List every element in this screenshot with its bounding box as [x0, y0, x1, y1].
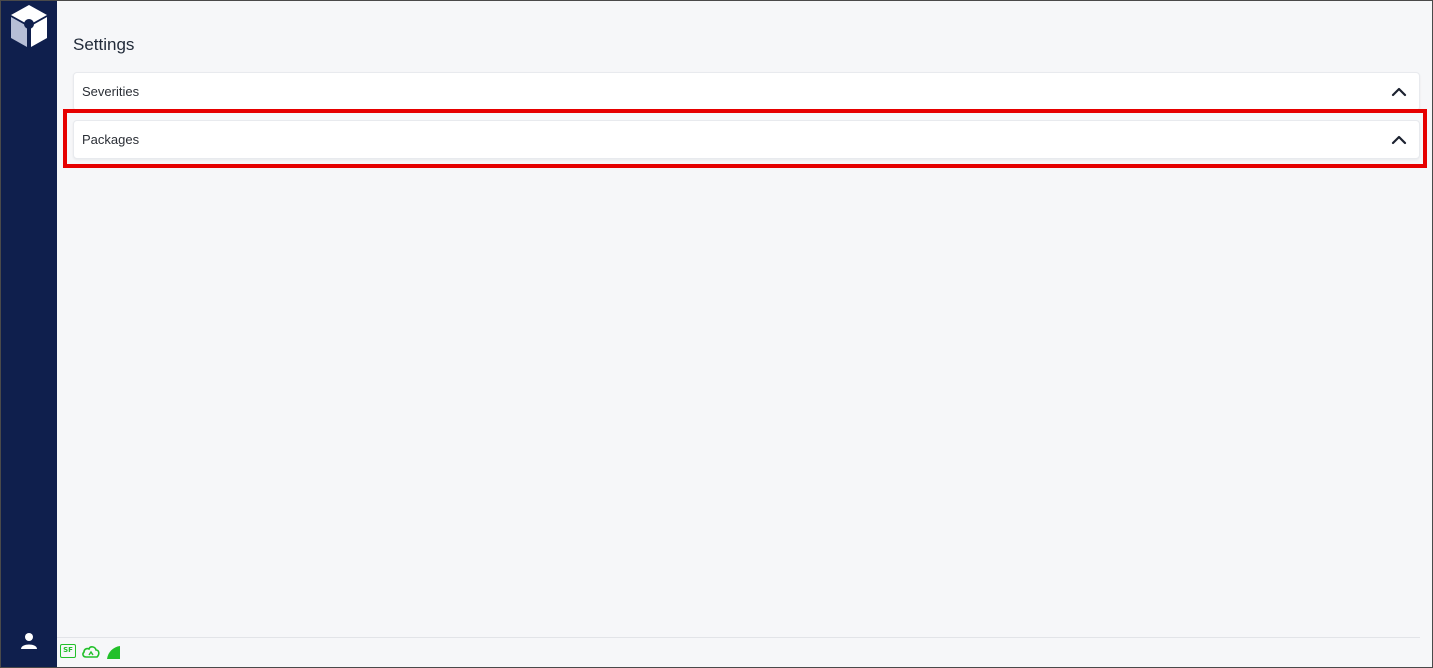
- user-icon[interactable]: [20, 632, 38, 650]
- accordion-label-packages: Packages: [82, 132, 140, 147]
- accordion-item-packages[interactable]: Packages: [73, 120, 1420, 159]
- signal-icon: [105, 644, 121, 660]
- app-window: Settings Severities Packages SF: [0, 0, 1433, 668]
- sf-badge: SF: [60, 644, 76, 658]
- chevron-up-icon[interactable]: [1391, 133, 1407, 147]
- chevron-up-icon[interactable]: [1391, 85, 1407, 99]
- accordion-label-severities: Severities: [82, 84, 140, 99]
- cloud-sync-icon: [81, 644, 101, 660]
- sidebar: [1, 1, 57, 667]
- footer-divider: [57, 637, 1420, 638]
- page-title: Settings: [73, 35, 135, 54]
- main-content: Settings Severities Packages SF: [57, 1, 1432, 667]
- accordion-item-severities[interactable]: Severities: [73, 72, 1420, 111]
- cube-logo-icon[interactable]: [7, 3, 51, 49]
